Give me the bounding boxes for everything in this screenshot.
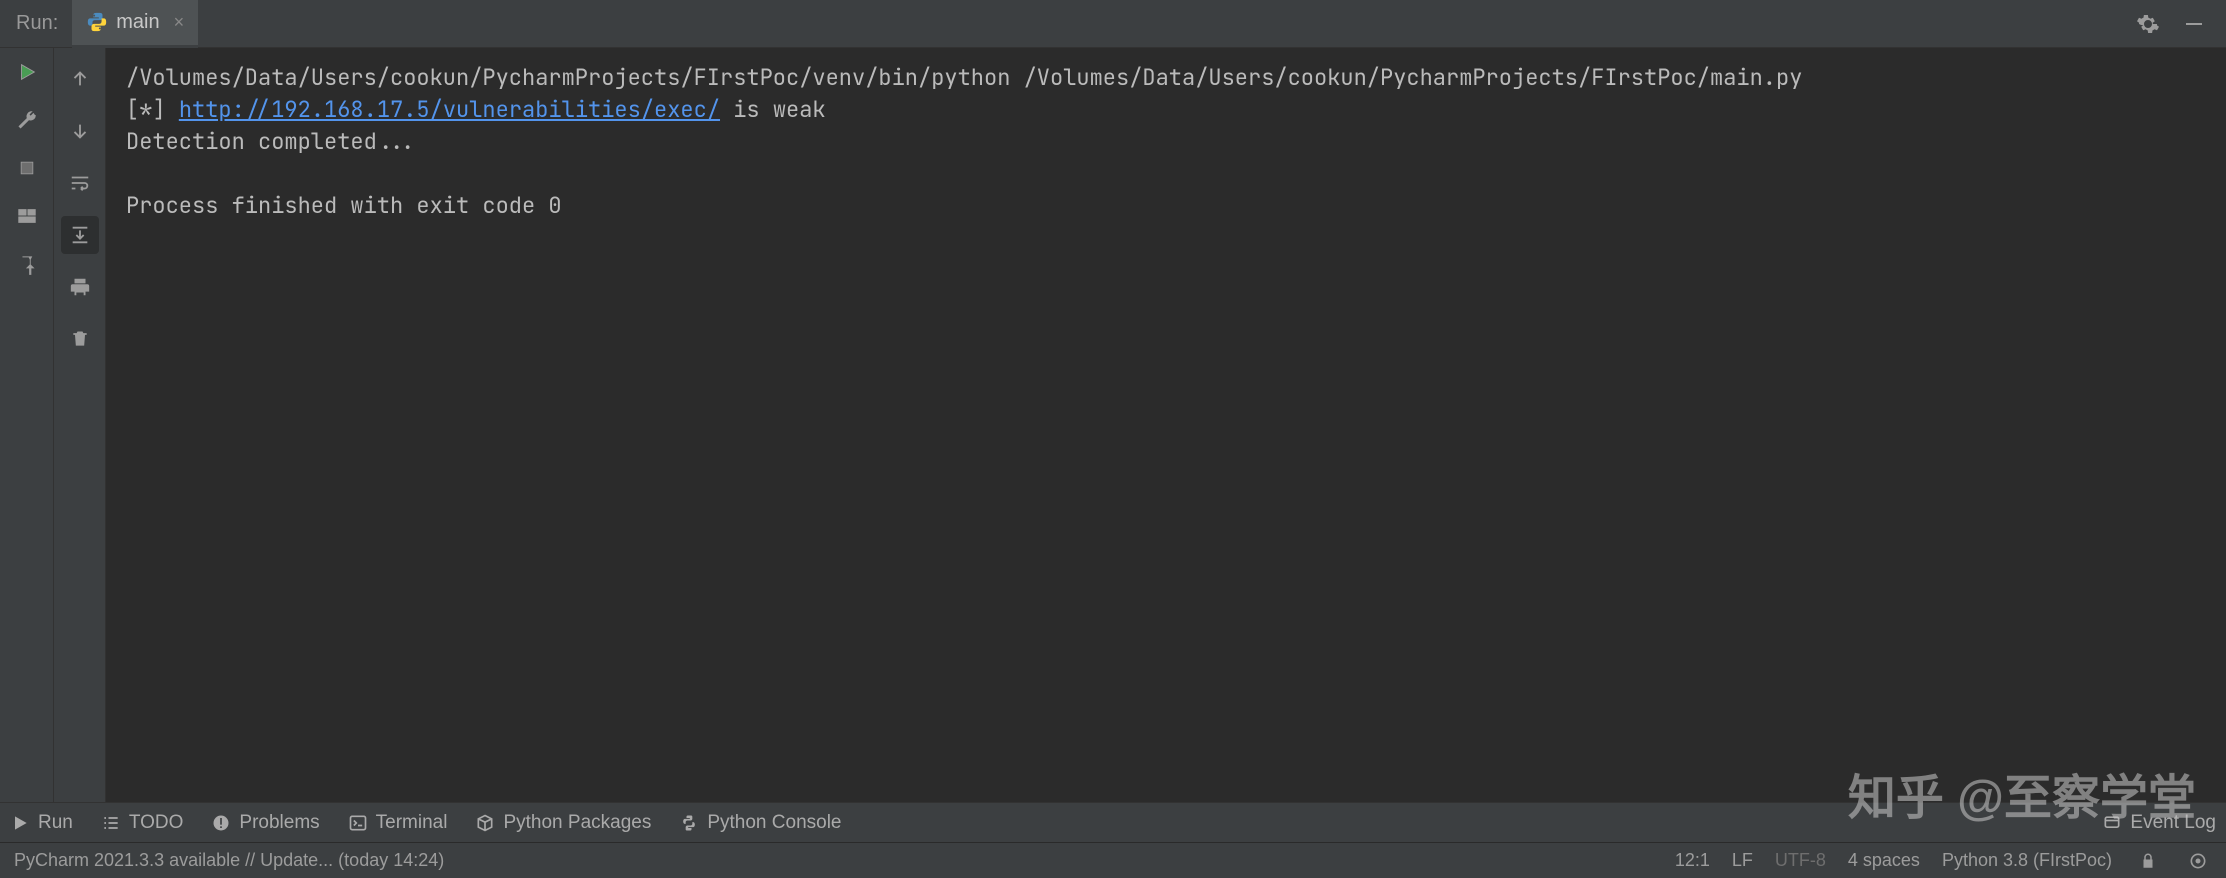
console-output[interactable]: /Volumes/Data/Users/cookun/PycharmProjec… <box>106 48 2226 802</box>
run-label: Run: <box>0 12 72 35</box>
status-line-separator[interactable]: LF <box>1732 850 1753 871</box>
run-tab-main[interactable]: main × <box>72 0 198 48</box>
status-interpreter[interactable]: Python 3.8 (FIrstPoc) <box>1942 850 2112 871</box>
minimize-icon[interactable] <box>2180 10 2208 38</box>
tab-console-label: Python Console <box>707 812 841 834</box>
tab-todo[interactable]: TODO <box>101 812 184 834</box>
tab-terminal-label: Terminal <box>376 812 448 834</box>
bottom-toolwindow-bar: Run TODO Problems Terminal Python Packag… <box>0 802 2226 842</box>
down-arrow-icon[interactable] <box>61 112 99 150</box>
console-line-suffix: is weak <box>720 95 826 124</box>
console-line: Detection completed... <box>126 127 416 156</box>
tab-problems-label: Problems <box>239 812 319 834</box>
rerun-icon[interactable] <box>13 58 41 86</box>
run-toolwindow-body: /Volumes/Data/Users/cookun/PycharmProjec… <box>0 48 2226 802</box>
run-toolwindow-header: Run: main × <box>0 0 2226 48</box>
status-cursor-position[interactable]: 12:1 <box>1675 850 1710 871</box>
console-line: Process finished with exit code 0 <box>126 191 562 220</box>
status-bar: PyCharm 2021.3.3 available // Update... … <box>0 842 2226 878</box>
pin-icon[interactable] <box>13 250 41 278</box>
console-action-rail <box>54 48 106 802</box>
run-tab-label: main <box>116 11 159 34</box>
gear-icon[interactable] <box>2134 10 2162 38</box>
layout-icon[interactable] <box>13 202 41 230</box>
console-link[interactable]: http://192.168.17.5/vulnerabilities/exec… <box>179 95 720 124</box>
python-file-icon <box>86 11 108 33</box>
console-line-prefix: [*] <box>126 95 179 124</box>
status-indent[interactable]: 4 spaces <box>1848 850 1920 871</box>
tab-run[interactable]: Run <box>10 812 73 834</box>
tab-event-log-label: Event Log <box>2130 812 2216 834</box>
soft-wrap-icon[interactable] <box>61 164 99 202</box>
tab-python-packages[interactable]: Python Packages <box>475 812 651 834</box>
tab-todo-label: TODO <box>129 812 184 834</box>
print-icon[interactable] <box>61 268 99 306</box>
tab-run-label: Run <box>38 812 73 834</box>
stop-icon[interactable] <box>13 154 41 182</box>
up-arrow-icon[interactable] <box>61 60 99 98</box>
console-line: /Volumes/Data/Users/cookun/PycharmProjec… <box>126 63 1802 92</box>
lock-icon[interactable] <box>2134 847 2162 875</box>
tab-python-console[interactable]: Python Console <box>679 812 841 834</box>
wrench-icon[interactable] <box>13 106 41 134</box>
status-encoding[interactable]: UTF-8 <box>1775 850 1826 871</box>
tab-terminal[interactable]: Terminal <box>348 812 448 834</box>
left-action-rail <box>0 48 54 802</box>
close-icon[interactable]: × <box>174 12 185 33</box>
scroll-to-end-icon[interactable] <box>61 216 99 254</box>
inspection-profile-icon[interactable] <box>2184 847 2212 875</box>
tab-packages-label: Python Packages <box>503 812 651 834</box>
tab-event-log[interactable]: Event Log <box>2102 812 2216 834</box>
trash-icon[interactable] <box>61 320 99 358</box>
status-update-notice[interactable]: PyCharm 2021.3.3 available // Update... … <box>14 850 444 871</box>
tab-problems[interactable]: Problems <box>211 812 319 834</box>
